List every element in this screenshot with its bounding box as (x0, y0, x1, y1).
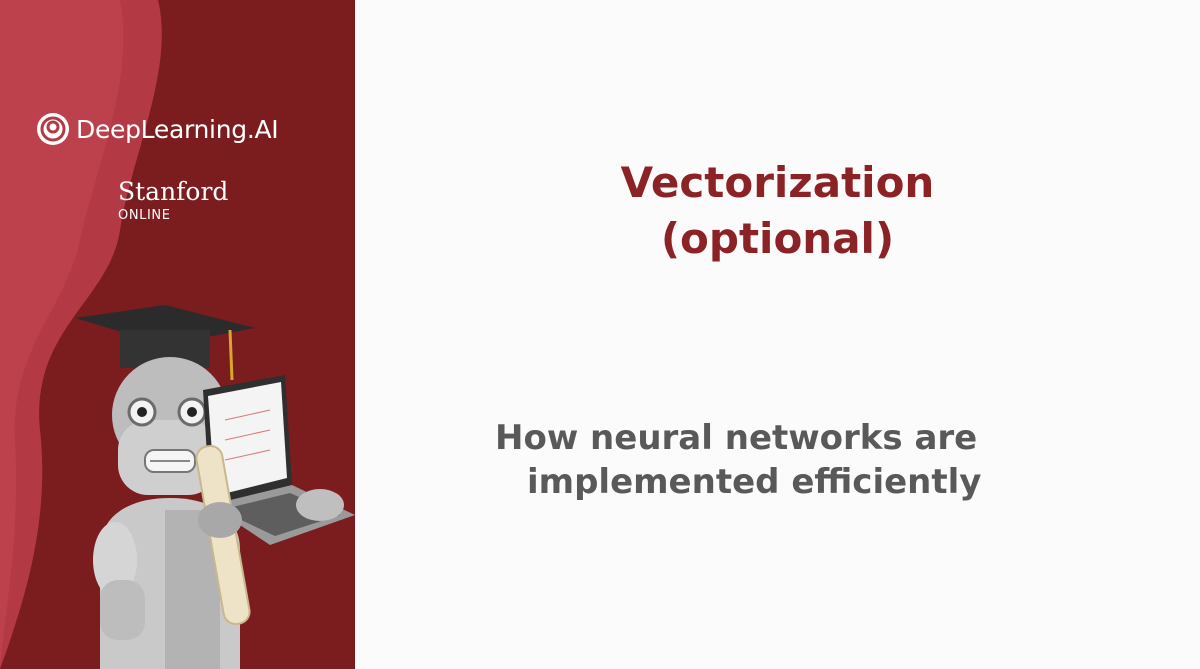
brand-logo: DeepLearning.AI (36, 112, 279, 146)
slide-content: Vectorization (optional) How neural netw… (355, 0, 1200, 669)
online-wordmark: ONLINE (118, 208, 171, 223)
slide-title: Vectorization (optional) (355, 155, 1200, 267)
title-line-1: Vectorization (620, 158, 935, 207)
brand-name: DeepLearning.AI (76, 114, 279, 144)
sidebar-panel: DeepLearning.AI Stanford ONLINE (0, 0, 355, 669)
stanford-wordmark: Stanford (118, 177, 229, 206)
subtitle-line-1: How neural networks are (495, 418, 978, 458)
robot-mascot-icon (75, 305, 355, 669)
deeplearning-logo-icon (37, 113, 69, 145)
subtitle-line-2: implemented efficiently (527, 462, 982, 502)
slide-subtitle: How neural networks are implemented effi… (495, 416, 1075, 504)
stanford-online-logo: Stanford ONLINE (118, 177, 229, 224)
title-line-2: (optional) (660, 214, 895, 263)
